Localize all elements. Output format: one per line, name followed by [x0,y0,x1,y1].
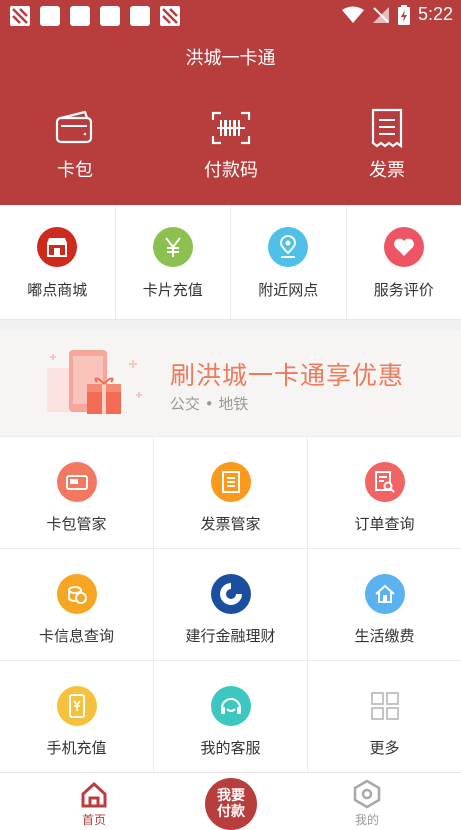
service-label: 卡信息查询 [38,627,114,645]
grid-more-icon [365,686,405,726]
heart-icon [383,227,424,267]
ccb-logo-icon [210,574,251,614]
promo-banner[interactable]: 刷洪城一卡通享优惠 公交 • 地铁 [0,330,461,436]
service-invoice-manager[interactable]: 发票管家 [154,437,308,548]
service-label: 生活缴费 [354,627,415,645]
coins-icon [56,574,97,614]
pay-now-line2: 付款 [217,804,245,820]
service-row: 卡信息查询 建行金融理财 生活缴费 [0,548,461,660]
notification-icon [70,6,90,26]
tab-home[interactable]: 首页 [44,773,144,828]
store-icon [37,227,78,267]
service-label: 订单查询 [354,515,415,533]
notification-icon [100,6,120,26]
receipt-icon [371,108,403,148]
notification-icon [130,6,150,26]
home-icon [81,781,107,808]
quick-item-review[interactable]: 服务评价 [347,205,461,319]
tab-mine[interactable]: 我的 [317,773,417,828]
battery-charging-icon [397,4,410,25]
wallet-icon [55,110,93,144]
quick-item-label: 附近网点 [258,281,319,299]
header-panel: 5:22 洪城一卡通 卡包 付款码 发票 [0,0,461,205]
banner-title: 刷洪城一卡通享优惠 [170,361,405,390]
section-divider [0,320,461,330]
pay-now-button[interactable]: 我要 付款 [205,778,257,830]
signal-off-icon [372,6,389,23]
service-label: 发票管家 [200,515,261,533]
quick-item-label: 嘟点商城 [27,281,88,299]
system-status: 5:22 [341,4,453,25]
top-actions: 卡包 付款码 发票 [0,108,461,188]
order-search-icon [364,462,405,502]
service-card-wallet-manager[interactable]: 卡包管家 [0,437,154,548]
notification-icon [40,6,60,26]
app-notification-icon [10,6,30,26]
service-order-query[interactable]: 订单查询 [308,437,461,548]
payment-code-label: 付款码 [204,160,258,181]
service-utility-bill[interactable]: 生活缴费 [308,549,461,660]
service-card-info[interactable]: 卡信息查询 [0,549,154,660]
tab-home-label: 首页 [81,813,106,827]
profile-hexagon-icon [353,779,381,809]
service-row: 手机充值 我的客服 更多 [0,660,461,772]
service-label: 建行金融理财 [185,627,276,645]
tab-mine-label: 我的 [354,813,379,827]
service-ccb-finance[interactable]: 建行金融理财 [154,549,308,660]
quick-item-store[interactable]: 嘟点商城 [0,205,116,319]
barcode-scan-icon [211,111,251,145]
service-label: 手机充值 [46,739,107,757]
home-bill-icon [364,574,405,614]
service-row: 卡包管家 发票管家 订单查询 [0,436,461,548]
banner-subtitle: 公交 • 地铁 [170,395,249,413]
payment-code-button[interactable]: 付款码 [186,108,276,182]
invoice-button[interactable]: 发票 [342,108,432,182]
quick-menu: 嘟点商城 卡片充值 附近网点 服务评价 [0,205,461,320]
wifi-icon [341,6,364,23]
service-label: 卡包管家 [46,515,107,533]
card-wallet-icon [56,462,97,502]
pay-now-line1: 我要 [217,788,245,804]
service-customer-support[interactable]: 我的客服 [154,661,308,772]
invoice-icon [210,462,251,502]
quick-item-label: 卡片充值 [142,281,203,299]
notification-icons [10,6,180,26]
service-grid: 卡包管家 发票管家 订单查询 卡信息查询 建行金融理财 生活缴费 手机充值 我的… [0,436,461,772]
phone-recharge-icon [56,686,97,726]
card-wallet-label: 卡包 [57,160,93,181]
service-label: 更多 [369,739,400,757]
yen-icon [152,227,193,267]
phone-gift-illustration [47,350,142,414]
location-pin-icon [268,227,309,267]
service-phone-recharge[interactable]: 手机充值 [0,661,154,772]
card-wallet-button[interactable]: 卡包 [30,108,120,182]
quick-item-label: 服务评价 [373,281,434,299]
clock: 5:22 [417,4,453,24]
invoice-label: 发票 [369,160,405,181]
status-bar: 5:22 [0,0,461,32]
service-label: 我的客服 [200,739,261,757]
quick-item-recharge[interactable]: 卡片充值 [116,205,231,319]
page-title: 洪城一卡通 [185,48,276,69]
quick-item-nearby[interactable]: 附近网点 [231,205,347,319]
app-notification-icon [160,6,180,26]
headset-icon [210,686,251,726]
service-more[interactable]: 更多 [308,661,461,772]
